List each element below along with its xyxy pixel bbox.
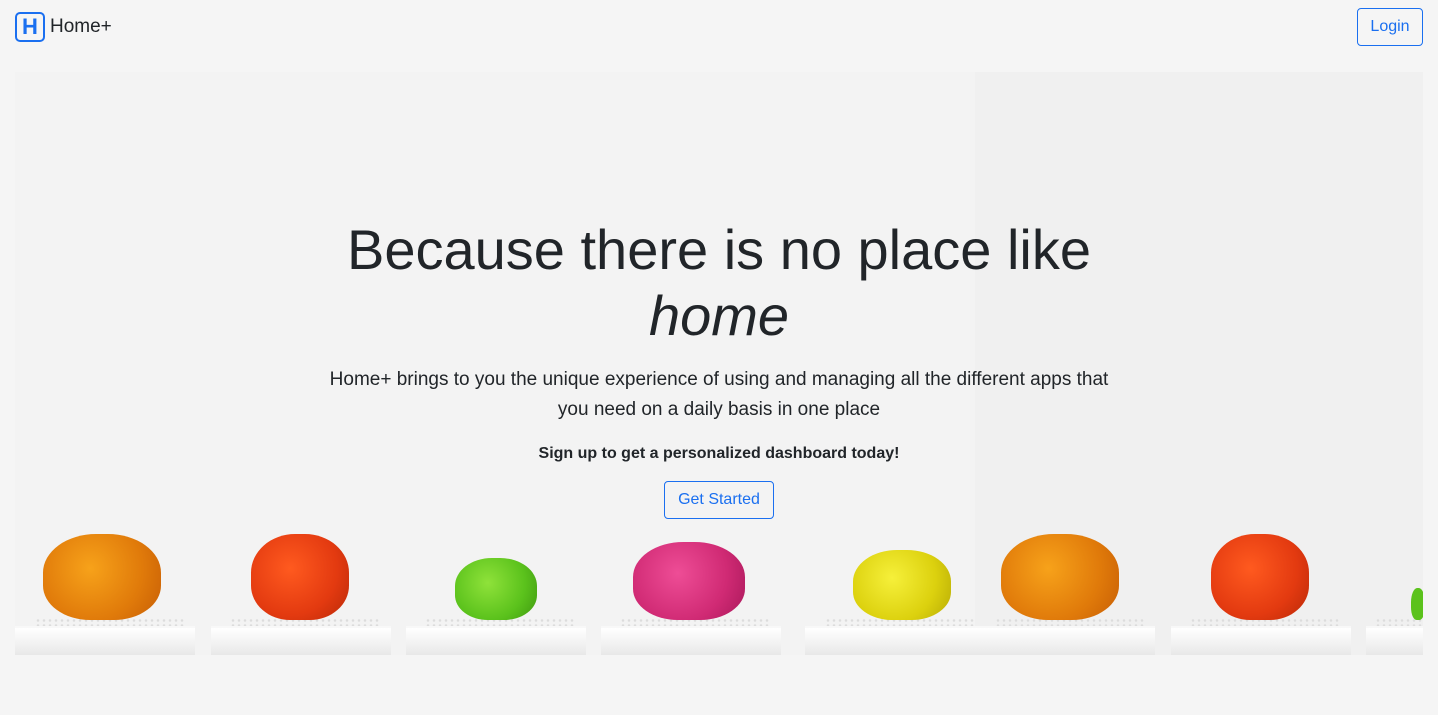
red-cactus bbox=[1211, 534, 1309, 620]
signup-prompt: Sign up to get a personalized dashboard … bbox=[538, 445, 900, 462]
pot bbox=[601, 626, 781, 655]
hero-section: Because there is no place like home Home… bbox=[15, 72, 1423, 655]
hero-title-emphasis: home bbox=[648, 284, 790, 347]
brand-link[interactable]: H Home+ bbox=[15, 12, 112, 42]
hero-title: Because there is no place like home bbox=[15, 217, 1423, 349]
orange-cactus bbox=[1001, 534, 1119, 620]
orange-cactus bbox=[43, 534, 161, 620]
green-cactus bbox=[455, 558, 537, 620]
navbar: H Home+ Login bbox=[0, 0, 1438, 58]
pot bbox=[406, 626, 586, 655]
pot bbox=[211, 626, 391, 655]
get-started-button[interactable]: Get Started bbox=[664, 481, 774, 519]
login-button[interactable]: Login bbox=[1357, 8, 1423, 46]
yellow-cactus bbox=[853, 550, 951, 620]
red-cactus bbox=[251, 534, 349, 620]
cactus-banner-image bbox=[15, 522, 1423, 655]
pot bbox=[975, 626, 1155, 655]
hero-subtitle: Home+ brings to you the unique experienc… bbox=[329, 369, 1109, 420]
hero-title-line: Because there is no place like bbox=[347, 218, 1091, 281]
green-cactus bbox=[1411, 588, 1423, 620]
pink-cactus bbox=[633, 542, 745, 620]
brand-name: Home+ bbox=[50, 16, 112, 37]
pot bbox=[805, 626, 985, 655]
pot bbox=[1171, 626, 1351, 655]
pot bbox=[1366, 626, 1423, 655]
pot bbox=[15, 626, 195, 655]
hero-content: Because there is no place like home Home… bbox=[15, 217, 1423, 519]
home-logo-icon: H bbox=[15, 12, 45, 42]
